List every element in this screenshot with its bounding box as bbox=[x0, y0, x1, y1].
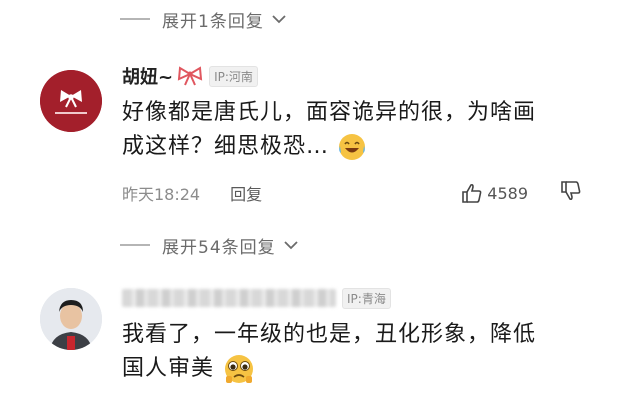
avatar[interactable] bbox=[40, 288, 102, 350]
comment-text-line: 国人审美 bbox=[122, 352, 612, 386]
thumbs-down-icon bbox=[561, 181, 581, 201]
bow-icon bbox=[177, 66, 203, 86]
like-button[interactable]: 4589 bbox=[461, 182, 528, 204]
expand-replies-label: 展开54条回复 bbox=[162, 237, 276, 258]
comment-header: 胡妞~ IP:河南 bbox=[122, 62, 258, 90]
comment-text-line: 好像都是唐氏儿，面容诡异的很，为啥画 bbox=[122, 100, 537, 125]
chevron-down-icon bbox=[272, 15, 286, 24]
avatar[interactable] bbox=[40, 70, 102, 132]
comment-text: 好像都是唐氏儿，面容诡异的很，为啥画 成这样？细思极恐… bbox=[122, 96, 612, 164]
ip-location-badge: IP:河南 bbox=[209, 65, 258, 87]
expand-replies-top[interactable]: 展开1条回复 bbox=[120, 4, 288, 34]
expand-replies-middle[interactable]: 展开54条回复 bbox=[120, 230, 300, 260]
chevron-down-icon bbox=[284, 241, 298, 250]
comment-text-segment: 国人审美 bbox=[122, 356, 215, 381]
comment-text-segment: 成这样？细思极恐… bbox=[122, 134, 330, 159]
like-count: 4589 bbox=[487, 183, 528, 203]
laughing-crying-emoji-icon bbox=[339, 134, 366, 160]
thumbs-up-icon bbox=[462, 183, 482, 203]
comment-time: 昨天18:24 bbox=[122, 185, 201, 204]
user-photo-icon bbox=[40, 288, 102, 350]
comment-meta: 昨天18:24 回复 4589 bbox=[122, 180, 612, 206]
ip-location-badge: IP:青海 bbox=[342, 287, 391, 309]
comment-text-line: 成这样？细思极恐… bbox=[122, 130, 612, 164]
divider-dash bbox=[120, 244, 150, 246]
username-blurred[interactable] bbox=[122, 287, 336, 309]
divider-dash bbox=[120, 18, 150, 20]
comment-header: IP:青海 bbox=[122, 284, 391, 312]
expand-replies-label: 展开1条回复 bbox=[162, 11, 264, 32]
dislike-button[interactable] bbox=[560, 180, 582, 206]
reply-button[interactable]: 回复 bbox=[230, 181, 262, 205]
comment-text: 我看了，一年级的也是，丑化形象，降低 国人审美 bbox=[122, 318, 612, 386]
comment-text-line: 我看了，一年级的也是，丑化形象，降低 bbox=[122, 322, 537, 347]
pleading-emoji-icon bbox=[225, 355, 254, 383]
blurred-username-block bbox=[122, 289, 336, 307]
bow-logo-icon bbox=[40, 70, 102, 132]
username[interactable]: 胡妞~ bbox=[122, 63, 173, 89]
